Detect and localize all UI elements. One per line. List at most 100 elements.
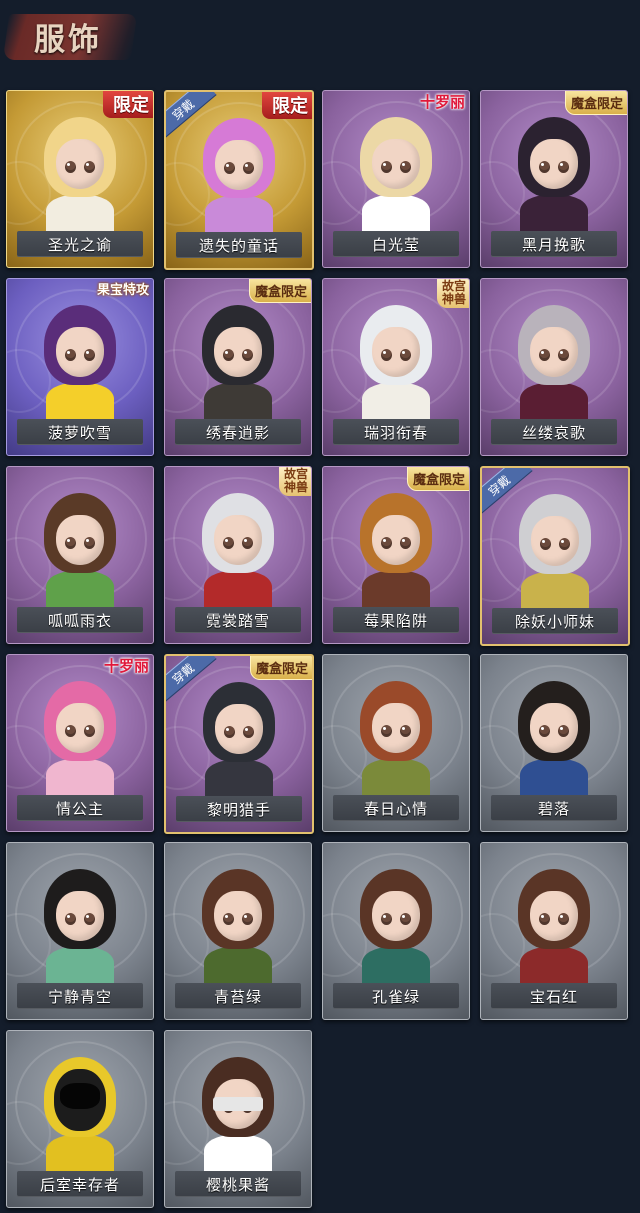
portrait-body (205, 196, 273, 236)
costume-name: 霓裳踏雪 (205, 611, 270, 630)
costume-card[interactable]: 孔雀绿 (322, 842, 470, 1020)
costume-name-bar: 黑月挽歌 (491, 231, 617, 257)
portrait-face (372, 515, 420, 565)
portrait-eye (400, 725, 411, 737)
limited-badge: 十罗丽 (419, 93, 465, 111)
portrait-face (530, 703, 578, 753)
costume-card[interactable]: 春日心情 (322, 654, 470, 832)
costume-name: 白光莹 (371, 235, 420, 254)
costume-name: 丝缕哀歌 (521, 423, 586, 442)
portrait-face (215, 704, 263, 754)
portrait-body (46, 759, 114, 799)
character-portrait (42, 109, 118, 235)
character-portrait (516, 673, 592, 799)
costume-name: 菠萝吹雪 (47, 423, 112, 442)
portrait-eye (558, 161, 569, 173)
portrait-eye (65, 537, 76, 549)
portrait-eye (381, 725, 392, 737)
costume-name-bar: 呱呱雨衣 (17, 607, 143, 633)
costume-name-bar: 霓裳踏雪 (175, 607, 301, 633)
costume-card[interactable]: 穿戴 除妖小师妹 (480, 466, 630, 646)
costume-card[interactable]: 果宝特攻 菠萝吹雪 (6, 278, 154, 456)
costume-card[interactable]: 宁静青空 (6, 842, 154, 1020)
portrait-body (362, 195, 430, 235)
portrait-eye (381, 349, 392, 361)
portrait-eye (84, 349, 95, 361)
portrait-eye (400, 537, 411, 549)
costume-card[interactable]: 青苔绿 (164, 842, 312, 1020)
costume-name: 情公主 (55, 799, 104, 818)
costume-name-bar: 绣春逍影 (175, 419, 301, 445)
costume-card[interactable]: 碧落 (480, 654, 628, 832)
costume-card[interactable]: 故宫 神兽瑞羽衔春 (322, 278, 470, 456)
costume-name-bar: 菠萝吹雪 (17, 419, 143, 445)
portrait-eye (400, 161, 411, 173)
costume-card[interactable]: 魔盒限定莓果陷阱 (322, 466, 470, 644)
character-portrait (201, 674, 277, 800)
costume-card[interactable]: 魔盒限定黑月挽歌 (480, 90, 628, 268)
portrait-face (372, 703, 420, 753)
portrait-eye (400, 913, 411, 925)
costume-name: 绣春逍影 (205, 423, 270, 442)
portrait-body (520, 383, 588, 423)
portrait-body (521, 572, 589, 612)
limited-badge: 十罗丽 (103, 657, 149, 675)
character-portrait (200, 861, 276, 987)
limited-badge: 限定 (262, 92, 312, 119)
costume-card[interactable]: 十罗丽白光莹 (322, 90, 470, 268)
portrait-face (372, 139, 420, 189)
character-portrait (42, 485, 118, 611)
portrait-eye (381, 537, 392, 549)
portrait-eye (84, 725, 95, 737)
costume-card[interactable]: 后室幸存者 (6, 1030, 154, 1208)
character-portrait (516, 861, 592, 987)
costume-name: 遗失的童话 (198, 236, 279, 255)
costume-name: 碧落 (537, 799, 570, 818)
character-portrait (517, 486, 593, 612)
costume-name-bar: 宝石红 (491, 983, 617, 1009)
costume-name-bar: 青苔绿 (175, 983, 301, 1009)
costume-name: 后室幸存者 (39, 1175, 120, 1194)
costume-name: 莓果陷阱 (363, 611, 428, 630)
portrait-face (56, 139, 104, 189)
limited-badge: 故宫 神兽 (436, 279, 469, 308)
costume-name: 瑞羽衔春 (363, 423, 428, 442)
character-portrait (358, 861, 434, 987)
portrait-body (204, 947, 272, 987)
costume-name-bar: 瑞羽衔春 (333, 419, 459, 445)
costume-card[interactable]: 宝石红 (480, 842, 628, 1020)
character-portrait (516, 297, 592, 423)
portrait-eye (223, 349, 234, 361)
portrait-eye (65, 349, 76, 361)
character-portrait (358, 297, 434, 423)
blindfold (213, 1097, 263, 1111)
costume-card[interactable]: 故宫 神兽霓裳踏雪 (164, 466, 312, 644)
limited-badge: 魔盒限定 (406, 467, 469, 491)
costume-card[interactable]: 魔盒限定 绣春逍影 (164, 278, 312, 456)
costume-card[interactable]: 魔盒限定 穿戴 黎明猎手 (164, 654, 314, 834)
header: 服饰 (0, 0, 640, 80)
portrait-eye (400, 349, 411, 361)
portrait-body (46, 947, 114, 987)
costume-card[interactable]: 呱呱雨衣 (6, 466, 154, 644)
portrait-face (372, 891, 420, 941)
costume-card[interactable]: 限定 圣光之谕 (6, 90, 154, 268)
costume-name-bar: 遗失的童话 (176, 232, 302, 258)
portrait-eye (539, 725, 550, 737)
costume-name: 除妖小师妹 (514, 612, 595, 631)
costume-name-bar: 孔雀绿 (333, 983, 459, 1009)
limited-badge: 魔盒限定 (564, 91, 627, 115)
portrait-body (46, 1135, 114, 1175)
portrait-face (215, 140, 263, 190)
costume-name: 黑月挽歌 (521, 235, 586, 254)
costume-card[interactable]: 樱桃果酱 (164, 1030, 312, 1208)
character-portrait (358, 109, 434, 235)
costume-card[interactable]: 丝缕哀歌 (480, 278, 628, 456)
limited-badge: 故宫 神兽 (278, 467, 311, 496)
portrait-body (204, 571, 272, 611)
costume-card[interactable]: 十罗丽情公主 (6, 654, 154, 832)
portrait-eye (242, 913, 253, 925)
costume-name-bar: 樱桃果酱 (175, 1171, 301, 1197)
costume-name-bar: 莓果陷阱 (333, 607, 459, 633)
costume-card[interactable]: 限定 穿戴 遗失的童话 (164, 90, 314, 270)
